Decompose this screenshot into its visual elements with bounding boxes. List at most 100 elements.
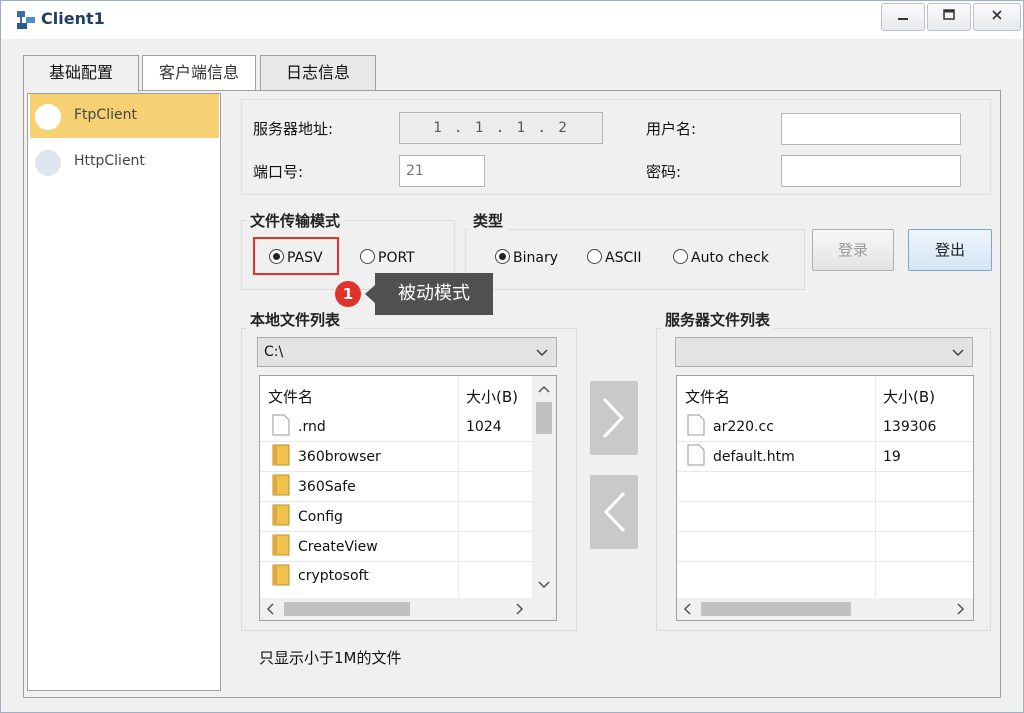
ascii-label: ASCII: [605, 250, 642, 266]
tab-log-info[interactable]: 日志信息: [260, 55, 376, 91]
upload-button[interactable]: [590, 381, 638, 455]
server-address-label: 服务器地址:: [253, 120, 334, 138]
radio-unchecked-icon: [587, 249, 602, 264]
tab-basic-config[interactable]: 基础配置: [23, 55, 139, 92]
arrow-right-icon: [602, 397, 625, 439]
autocheck-radio[interactable]: Auto check: [673, 249, 769, 266]
client-list: FtpClient HttpClient: [27, 93, 221, 691]
radio-unchecked-icon: [360, 249, 375, 264]
close-button[interactable]: [973, 3, 1021, 31]
local-file-name: 360Safe: [298, 479, 356, 495]
ascii-radio[interactable]: ASCII: [587, 249, 642, 266]
row-divider: [677, 441, 973, 442]
scroll-left-icon[interactable]: [262, 603, 278, 618]
minimize-button[interactable]: [881, 3, 925, 31]
scroll-right-icon[interactable]: [953, 603, 969, 618]
server-path-dropdown[interactable]: [675, 337, 973, 367]
local-file-name: Config: [298, 509, 343, 525]
chevron-down-icon: [952, 349, 964, 357]
arrow-left-icon: [603, 491, 626, 533]
server-file-size: 19: [883, 449, 901, 465]
server-file-name: default.htm: [713, 449, 795, 465]
filter-label: 只显示小于1M的文件: [259, 649, 402, 667]
username-input[interactable]: [781, 113, 961, 145]
local-hscroll-thumb[interactable]: [284, 602, 410, 616]
column-divider: [875, 376, 876, 598]
port-label: 端口号:: [253, 163, 304, 181]
window-title: Client1: [41, 9, 105, 28]
username-label: 用户名:: [646, 120, 697, 138]
client-item-ftp[interactable]: FtpClient: [30, 94, 219, 138]
local-path-dropdown[interactable]: C:\: [257, 337, 557, 367]
maximize-icon: [928, 7, 970, 26]
file-icon: [272, 414, 290, 436]
local-files-title: 本地文件列表: [246, 309, 345, 330]
binary-radio[interactable]: Binary: [495, 249, 558, 266]
local-vertical-scrollbar[interactable]: [532, 376, 556, 598]
server-file-list: 文件名 大小(B) ar220.cc 139306 default.htm 19: [676, 375, 974, 621]
client-window: Client1 基础配置 客户端信息 日志信息 FtpClient HttpCl…: [0, 0, 1024, 713]
password-label: 密码:: [646, 163, 682, 181]
local-horizontal-scrollbar[interactable]: [260, 598, 556, 620]
callout-tooltip: 被动模式: [375, 273, 493, 315]
folder-icon: [272, 504, 290, 526]
local-vscroll-thumb[interactable]: [536, 402, 552, 434]
logout-button[interactable]: 登出: [908, 229, 992, 271]
minimize-icon: [882, 7, 924, 26]
folder-icon: [272, 564, 290, 586]
row-divider: [260, 441, 540, 442]
title-bar: Client1: [1, 1, 1023, 39]
scroll-right-icon[interactable]: [512, 603, 528, 618]
folder-icon: [272, 474, 290, 496]
login-button[interactable]: 登录: [812, 229, 894, 271]
row-divider: [677, 561, 973, 562]
callout-arrow: [365, 285, 375, 303]
maximize-button[interactable]: [927, 3, 971, 31]
port-radio[interactable]: PORT: [360, 249, 415, 266]
column-divider: [458, 376, 459, 598]
folder-icon: [272, 534, 290, 556]
port-input[interactable]: 21: [399, 155, 485, 187]
transfer-mode-title: 文件传输模式: [246, 210, 345, 231]
row-divider: [677, 501, 973, 502]
local-path-value: C:\: [264, 344, 284, 360]
local-file-name: cryptosoft: [298, 568, 369, 584]
scroll-down-icon[interactable]: [536, 578, 552, 592]
file-icon: [687, 414, 705, 436]
server-address-input[interactable]: 1 . 1 . 1 . 2: [399, 112, 603, 144]
row-divider: [260, 531, 540, 532]
pasv-highlight: [253, 237, 339, 275]
server-hscroll-thumb[interactable]: [701, 602, 851, 616]
tab-client-info[interactable]: 客户端信息: [142, 55, 256, 91]
close-icon: [974, 7, 1020, 26]
server-col-size[interactable]: 大小(B): [883, 386, 935, 407]
client-item-label: FtpClient: [74, 107, 137, 123]
scroll-up-icon[interactable]: [536, 382, 552, 396]
type-title: 类型: [469, 210, 508, 231]
radio-unchecked-icon: [673, 249, 688, 264]
client-item-http[interactable]: HttpClient: [30, 140, 219, 184]
local-col-name[interactable]: 文件名: [268, 386, 313, 407]
local-file-name: 360browser: [298, 449, 381, 465]
password-input[interactable]: [781, 155, 961, 187]
local-file-size: 1024: [466, 419, 502, 435]
local-col-size[interactable]: 大小(B): [466, 386, 518, 407]
server-files-title: 服务器文件列表: [661, 309, 775, 330]
client-status-icon: [35, 104, 61, 130]
local-file-name: .rnd: [298, 419, 326, 435]
scroll-left-icon[interactable]: [679, 603, 695, 618]
server-horizontal-scrollbar[interactable]: [677, 598, 973, 620]
row-divider: [260, 501, 540, 502]
download-button[interactable]: [590, 475, 638, 549]
local-file-list: 文件名 大小(B) .rnd 1024 360browser 360Safe C…: [259, 375, 557, 621]
radio-checked-icon: [495, 249, 510, 264]
row-divider: [260, 471, 540, 472]
autocheck-label: Auto check: [691, 250, 769, 266]
row-divider: [677, 471, 973, 472]
server-col-name[interactable]: 文件名: [685, 386, 730, 407]
server-file-name: ar220.cc: [713, 419, 774, 435]
app-icon: [17, 11, 35, 29]
file-icon: [687, 444, 705, 466]
port-mode-label: PORT: [378, 250, 415, 266]
row-divider: [677, 531, 973, 532]
